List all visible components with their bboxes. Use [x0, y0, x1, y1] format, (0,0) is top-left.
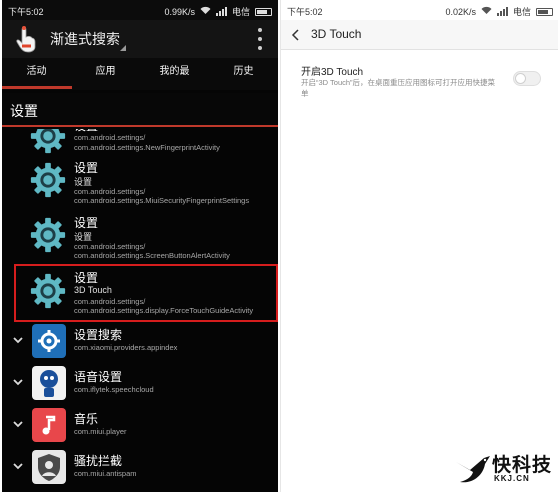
list-item[interactable]: 设置 设置 com.android.settings/ com.android.… [2, 210, 278, 264]
network-speed: 0.02K/s [445, 6, 476, 17]
watermark-logo: 快科技 KKJ.CN [452, 448, 556, 490]
app-title[interactable]: 渐進式搜索 [50, 29, 120, 49]
settings-gear-icon [29, 129, 67, 155]
chevron-down-icon[interactable] [12, 461, 24, 471]
status-bar: 下午5:02 0.02K/s 电信 [281, 0, 558, 20]
app-row-voice-settings[interactable]: 语音设置 com.iflytek.speechcloud [2, 363, 278, 405]
highlight-box [14, 264, 278, 322]
dropdown-triangle-icon[interactable] [120, 45, 126, 51]
antispam-shield-icon [32, 450, 66, 484]
watermark-main: 快科技 [492, 455, 553, 476]
app-row-music[interactable]: 音乐 com.miui.player [2, 405, 278, 447]
settings-gear-icon [29, 161, 67, 199]
status-time: 下午5:02 [8, 7, 44, 17]
app-title: 语音设置 [74, 370, 123, 384]
bird-logo-icon [456, 456, 490, 483]
back-arrow-icon[interactable] [291, 28, 301, 42]
chevron-down-icon[interactable] [12, 419, 24, 429]
list-item[interactable]: 设置 com.android.settings/ com.android.set… [2, 129, 278, 155]
battery-icon [255, 7, 272, 16]
tab-apps[interactable]: 应用 [71, 58, 140, 90]
active-tab-indicator [2, 86, 72, 89]
app-bar: 渐進式搜索 [2, 20, 278, 58]
tab-favorites[interactable]: 我的最 [140, 58, 209, 90]
item-title: 设置 [74, 161, 99, 175]
app-title: 音乐 [74, 412, 99, 426]
chevron-down-icon[interactable] [12, 377, 24, 387]
wifi-icon [200, 6, 211, 17]
app-title: 骚扰拦截 [74, 454, 123, 468]
settings-gear-icon [29, 216, 67, 254]
network-speed: 0.99K/s [164, 6, 195, 17]
activity-list: 设置 com.android.settings/ com.android.set… [2, 129, 278, 492]
section-title: 设置 [10, 103, 38, 119]
item-package: com.android.settings/ [74, 242, 146, 251]
tab-history[interactable]: 历史 [209, 58, 278, 90]
item-package: com.android.settings/ [74, 133, 146, 142]
left-phone-screen: 下午5:02 0.99K/s 电信 渐進式搜索 活动 应用 我的最 历史 设置 [2, 0, 278, 492]
app-package: com.xiaomi.providers.appindex [74, 343, 178, 352]
app-logo-hand-icon[interactable] [14, 25, 38, 53]
wifi-icon [481, 6, 492, 17]
voice-settings-icon [32, 366, 66, 400]
status-time: 下午5:02 [287, 7, 323, 17]
option-title: 开启3D Touch [301, 67, 364, 78]
app-row-settings-search[interactable]: 设置搜索 com.xiaomi.providers.appindex [2, 321, 278, 363]
item-activity: com.android.settings.ScreenButtonAlertAc… [74, 251, 230, 260]
app-package: com.miui.player [74, 427, 127, 436]
app-package: com.iflytek.speechcloud [74, 385, 154, 394]
3d-touch-toggle[interactable] [513, 71, 541, 86]
carrier-label: 电信 [231, 7, 250, 17]
toggle-knob [515, 73, 526, 84]
watermark-sub: KKJ.CN [494, 474, 530, 483]
page-header: 3D Touch [281, 20, 558, 50]
item-activity: com.android.settings.NewFingerprintActiv… [74, 143, 220, 152]
item-title: 设置 [74, 216, 99, 230]
overflow-menu-icon[interactable] [256, 28, 264, 50]
section-header: 设置 [2, 93, 278, 127]
settings-search-icon [32, 324, 66, 358]
list-item[interactable]: 设置 设置 com.android.settings/ com.android.… [2, 155, 278, 209]
carrier-label: 电信 [512, 7, 531, 17]
item-package: com.android.settings/ [74, 187, 146, 196]
option-description: 开启“3D Touch”后，在桌面重压应用图标可打开应用快捷菜单 [301, 78, 496, 98]
app-title: 设置搜索 [74, 328, 123, 342]
right-phone-screen: 下午5:02 0.02K/s 电信 3D Touch 开启3D Touch 开启… [280, 0, 558, 492]
page-title: 3D Touch [311, 27, 362, 41]
app-row-antispam[interactable]: 骚扰拦截 com.miui.antispam [2, 447, 278, 489]
app-package: com.miui.antispam [74, 469, 137, 478]
status-bar: 下午5:02 0.99K/s 电信 [2, 0, 278, 20]
battery-icon [536, 7, 553, 16]
chevron-down-icon[interactable] [12, 335, 24, 345]
signal-icon [496, 7, 508, 16]
music-icon [32, 408, 66, 442]
item-activity: com.android.settings.MiuiSecurityFingerp… [74, 196, 250, 205]
signal-icon [215, 7, 227, 16]
